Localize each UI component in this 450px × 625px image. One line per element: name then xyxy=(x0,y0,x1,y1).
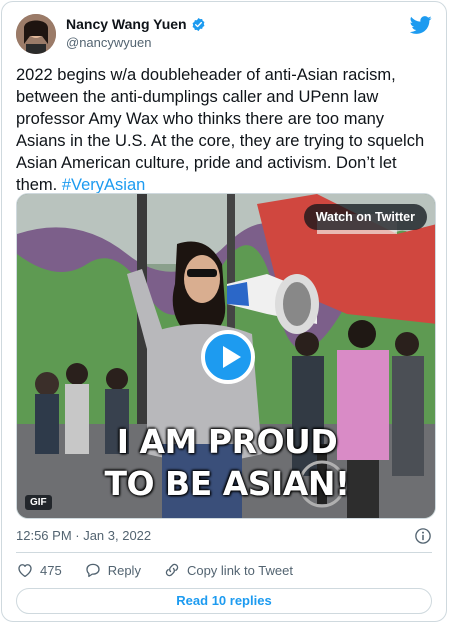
copy-link-button[interactable]: Copy link to Tweet xyxy=(163,561,293,579)
tweet-header: Nancy Wang Yuen @nancywyuen xyxy=(16,14,432,54)
link-icon xyxy=(165,563,179,577)
twitter-bird-icon[interactable] xyxy=(409,14,432,36)
avatar[interactable] xyxy=(16,14,56,54)
hashtag-link[interactable]: #VeryAsian xyxy=(62,176,145,194)
display-name[interactable]: Nancy Wang Yuen xyxy=(66,16,187,32)
verified-badge-icon xyxy=(191,17,206,32)
tweet-body: 2022 begins w/a doubleheader of anti-Asi… xyxy=(16,66,428,194)
media-caption-line1: I AM PROUD xyxy=(116,422,338,461)
reply-button[interactable]: Reply xyxy=(84,561,141,579)
watch-on-twitter-button[interactable]: Watch on Twitter xyxy=(303,204,427,230)
timestamp-row: 12:56 PM · Jan 3, 2022 xyxy=(16,527,432,547)
play-icon[interactable] xyxy=(201,330,255,384)
avatar-image xyxy=(16,14,56,54)
heart-icon xyxy=(18,564,32,578)
tweet-text: 2022 begins w/a doubleheader of anti-Asi… xyxy=(16,64,436,196)
tweet-timestamp[interactable]: 12:56 PM · Jan 3, 2022 xyxy=(16,528,151,543)
tweet-media-gif[interactable]: Watch on Twitter I AM PROUD TO BE ASIAN!… xyxy=(16,193,436,519)
divider xyxy=(16,552,432,553)
like-count: 475 xyxy=(40,562,62,578)
reply-bubble-icon xyxy=(86,563,100,578)
info-icon[interactable] xyxy=(414,527,432,545)
reply-label: Reply xyxy=(107,562,141,578)
author-names: Nancy Wang Yuen @nancywyuen xyxy=(66,16,206,50)
media-caption-line2: TO BE ASIAN! xyxy=(104,464,350,503)
read-replies-button[interactable]: Read 10 replies xyxy=(16,588,432,614)
gif-badge: GIF xyxy=(25,495,52,510)
tweet-actions: 475 Reply Copy link to Tweet xyxy=(16,559,432,581)
like-button[interactable]: 475 xyxy=(16,561,62,579)
tweet-card: Nancy Wang Yuen @nancywyuen 2022 begins … xyxy=(1,1,447,622)
copy-link-label: Copy link to Tweet xyxy=(186,562,293,578)
author-handle[interactable]: @nancywyuen xyxy=(66,35,206,50)
